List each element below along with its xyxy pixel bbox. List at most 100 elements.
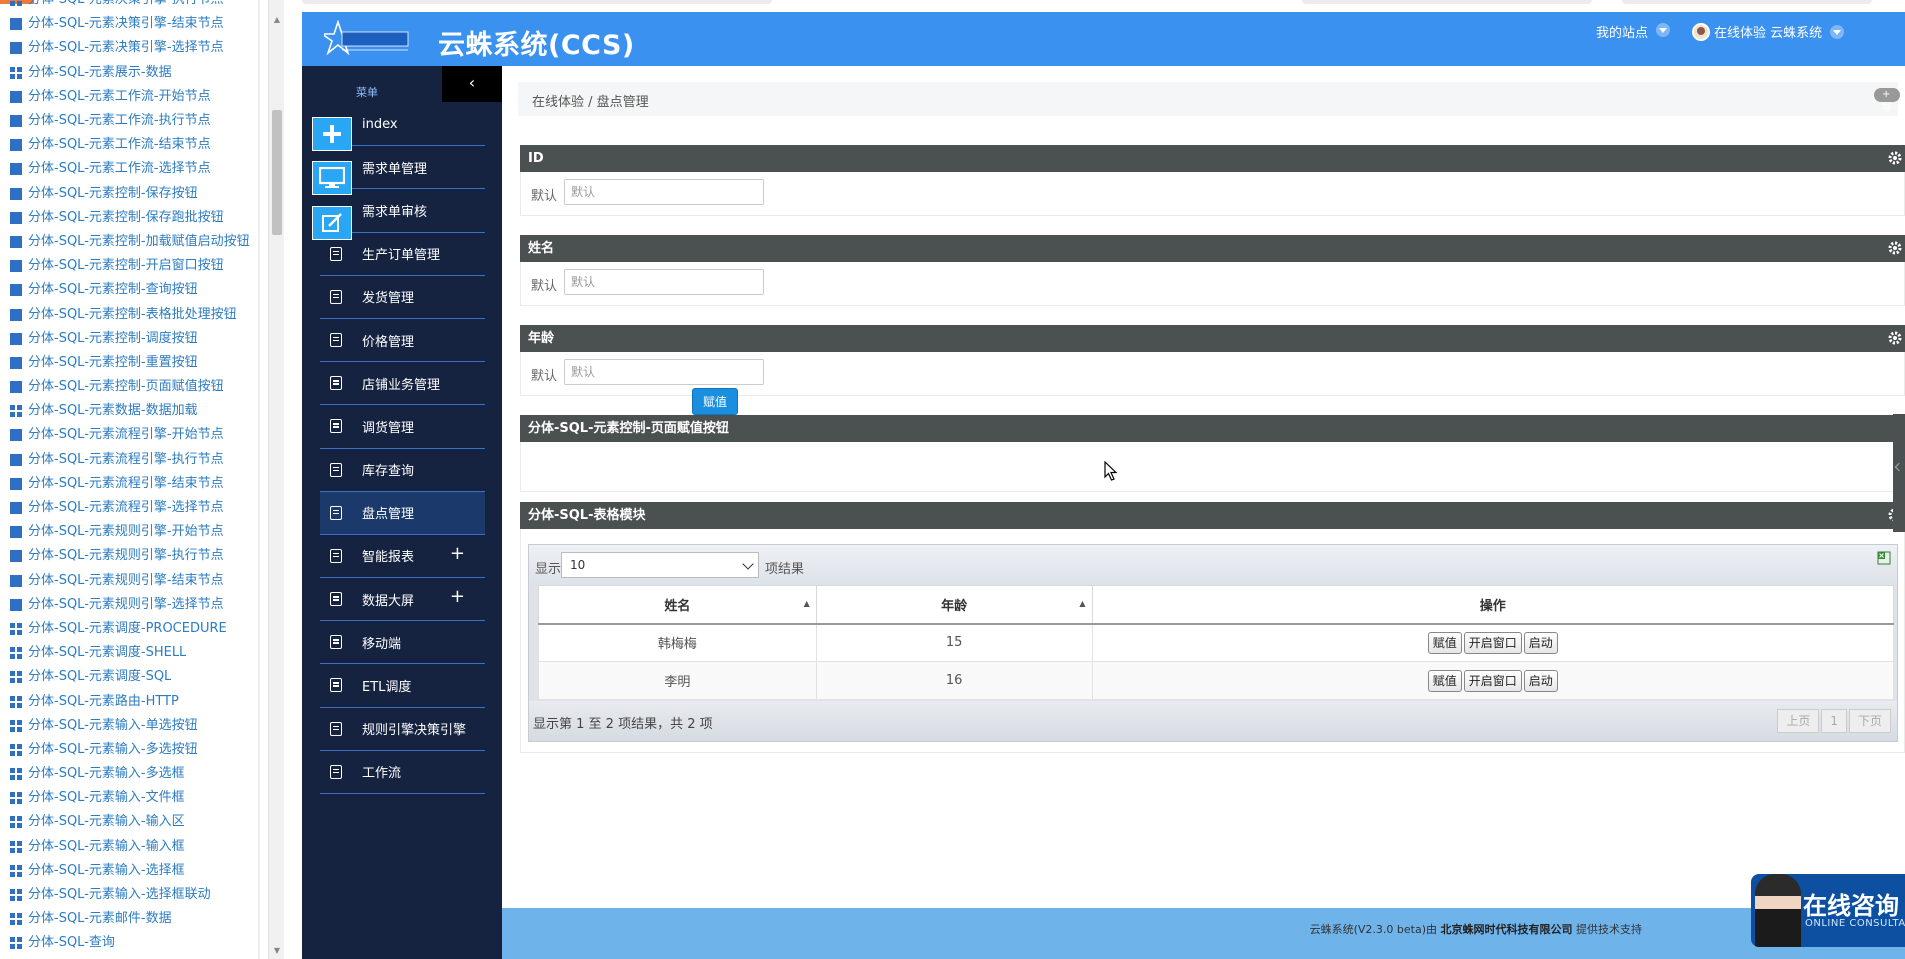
age-input[interactable] [564,359,764,385]
quick-edit-button[interactable] [312,206,352,240]
row-assign-button[interactable]: 赋值 [1427,669,1462,692]
nav-item-label: 需求单管理 [362,161,428,177]
column-header-age[interactable]: 年龄 ▲ [815,585,1093,625]
tree-item[interactable]: 分体-SQL-元素输入-多选框 [0,762,258,786]
tree-item[interactable]: 分体-SQL-元素输入-单选按钮 [0,714,258,738]
tree-item[interactable]: 分体-SQL-元素决策引擎-执行节点 [0,0,258,12]
scroll-up-arrow-icon[interactable]: ▲ [269,12,285,28]
tree-item[interactable]: 分体-SQL-查询 [0,931,258,955]
scroll-thumb[interactable] [272,110,282,235]
next-page-button[interactable]: 下页 [1848,709,1891,733]
tree-item[interactable]: 分体-SQL-元素控制-保存跑批按钮 [0,206,258,230]
tree-item[interactable]: 分体-SQL-元素输入-输入框 [0,835,258,859]
grid-icon [10,840,22,853]
tree-item[interactable]: 分体-SQL-元素控制-开启窗口按钮 [0,254,258,278]
name-input[interactable] [564,269,764,295]
tree-item[interactable]: 分体-SQL-元素输入-输入区 [0,810,258,834]
tree-item[interactable]: 分体-SQL-元素数据-数据加载 [0,399,258,423]
expand-plus-icon[interactable]: + [450,543,465,564]
tree-item[interactable]: 分体-SQL-元素规则引擎-选择节点 [0,593,258,617]
tree-item[interactable]: 分体-SQL-元素控制-加载赋值启动按钮 [0,230,258,254]
row-assign-button[interactable]: 赋值 [1427,631,1462,654]
tree-item[interactable]: 分体-SQL-元素规则引擎-开始节点 [0,520,258,544]
tree-item[interactable]: 分体-SQL-元素工作流-结束节点 [0,133,258,157]
tree-item[interactable]: 分体-SQL-元素邮件-数据 [0,907,258,931]
tree-item[interactable]: 分体-SQL-元素调度-PROCEDURE [0,617,258,641]
tree-item[interactable]: 分体-SQL-元素调度-SHELL [0,641,258,665]
quick-add-button[interactable] [312,117,352,151]
nav-item[interactable]: 调货管理 [320,405,485,449]
tree-item[interactable]: 分体-SQL-元素控制-重置按钮 [0,351,258,375]
row-open-window-button[interactable]: 开启窗口 [1463,631,1522,654]
show-label: 显示 [535,562,562,577]
tree-item[interactable]: 分体-SQL-元素规则引擎-结束节点 [0,569,258,593]
footer-text: 云蛛系统(V2.3.0 beta)由 北京蛛网时代科技有限公司 提供技术支持 [502,921,1642,937]
my-site-menu[interactable]: 我的站点 [1596,22,1671,41]
row-open-window-button[interactable]: 开启窗口 [1463,669,1522,692]
nav-item[interactable]: ETL调度 [320,664,485,708]
column-header-name[interactable]: 姓名 ▲ [538,585,817,625]
tree-item[interactable]: 分体-SQL-元素控制-页面赋值按钮 [0,375,258,399]
id-input[interactable] [564,179,764,205]
tree-item[interactable]: 分体-SQL-元素展示-数据 [0,61,258,85]
nav-item[interactable]: 价格管理 [320,319,485,363]
page-number-button[interactable]: 1 [1821,709,1847,733]
tree-item[interactable]: 分体-SQL-元素输入-多选按钮 [0,738,258,762]
tree-item[interactable]: 分体-SQL-元素决策引擎-选择节点 [0,36,258,60]
tree-item[interactable]: 分体-SQL-元素工作流-选择节点 [0,157,258,181]
tree-item-label: 分体-SQL-元素工作流-选择节点 [28,161,211,177]
nav-item[interactable]: 库存查询 [320,449,485,492]
nav-item[interactable]: 数据大屏 + [320,578,485,622]
tree-item[interactable]: 分体-SQL-元素控制-调度按钮 [0,327,258,351]
grid-icon [10,816,22,829]
nav-collapse-button[interactable]: ‹ [442,66,502,102]
cell-age: 15 [815,623,1093,662]
assign-button[interactable]: 赋值 [692,388,738,415]
tree-item[interactable]: 分体-SQL-元素流程引擎-结束节点 [0,472,258,496]
tree-item[interactable]: 分体-SQL-元素控制-保存按钮 [0,182,258,206]
nav-item[interactable]: 盘点管理 [320,491,485,535]
tree-item[interactable]: 分体-SQL-元素流程引擎-执行节点 [0,448,258,472]
scroll-down-arrow-icon[interactable]: ▼ [269,943,285,959]
prev-page-button[interactable]: 上页 [1777,709,1820,733]
tree-item[interactable]: 分体-SQL-元素流程引擎-选择节点 [0,496,258,520]
nav-item[interactable]: 店铺业务管理 [320,362,485,406]
page-size-select[interactable]: 10 [561,552,759,578]
tree-scrollbar[interactable]: ▲ ▼ [268,0,284,959]
nav-item[interactable]: 智能报表 + [320,535,485,579]
tree-item[interactable]: 分体-SQL-元素输入-选择框 [0,859,258,883]
nav-item[interactable]: 移动端 [320,621,485,665]
tree-item[interactable]: 分体-SQL-元素输入-文件框 [0,786,258,810]
tree-item[interactable]: 分体-SQL-元素路由-HTTP [0,689,258,713]
guide-tag[interactable]: + 导航 [1874,88,1900,128]
gear-icon[interactable] [1887,240,1903,256]
tree-item-label: 分体-SQL-元素输入-多选框 [28,766,185,782]
tree-item[interactable]: 分体-SQL-元素规则引擎-执行节点 [0,544,258,568]
tree-item[interactable]: 分体-SQL-元素控制-查询按钮 [0,278,258,302]
tree-item[interactable]: 分体-SQL-元素工作流-执行节点 [0,109,258,133]
nav-item[interactable]: 规则引擎决策引擎 [320,708,485,751]
excel-export-icon[interactable] [1877,551,1891,565]
tree-item-label: 分体-SQL-元素输入-选择框联动 [28,887,211,903]
nav-item-label: 价格管理 [362,334,415,350]
right-side-tab[interactable] [1893,414,1905,532]
nav-item[interactable]: 工作流 [320,751,485,794]
quick-monitor-button[interactable] [312,161,352,195]
expand-plus-icon[interactable]: + [450,586,465,607]
tree-item[interactable]: 分体-SQL-元素调度-SQL [0,665,258,689]
gear-icon[interactable] [1887,150,1903,166]
tree-item[interactable]: 分体-SQL-元素输入-选择框联动 [0,883,258,907]
gear-icon[interactable] [1887,330,1903,346]
tree-item[interactable]: 分体-SQL-元素流程引擎-开始节点 [0,423,258,447]
row-start-button[interactable]: 启动 [1523,631,1558,654]
online-consultation-widget[interactable]: 在线咨询 ONLINE CONSULTATION [1751,874,1905,947]
square-icon [10,308,22,321]
user-menu[interactable]: 在线体验 云蛛系统 [1692,22,1845,41]
tree-item[interactable]: 分体-SQL-元素控制-表格批处理按钮 [0,302,258,326]
row-start-button[interactable]: 启动 [1523,669,1558,692]
square-icon [10,526,22,539]
tree-item[interactable]: 分体-SQL-元素工作流-开始节点 [0,85,258,109]
nav-item[interactable]: 发货管理 [320,276,485,319]
tree-item[interactable]: 分体-SQL-元素决策引擎-结束节点 [0,12,258,36]
my-site-label: 我的站点 [1596,26,1649,41]
